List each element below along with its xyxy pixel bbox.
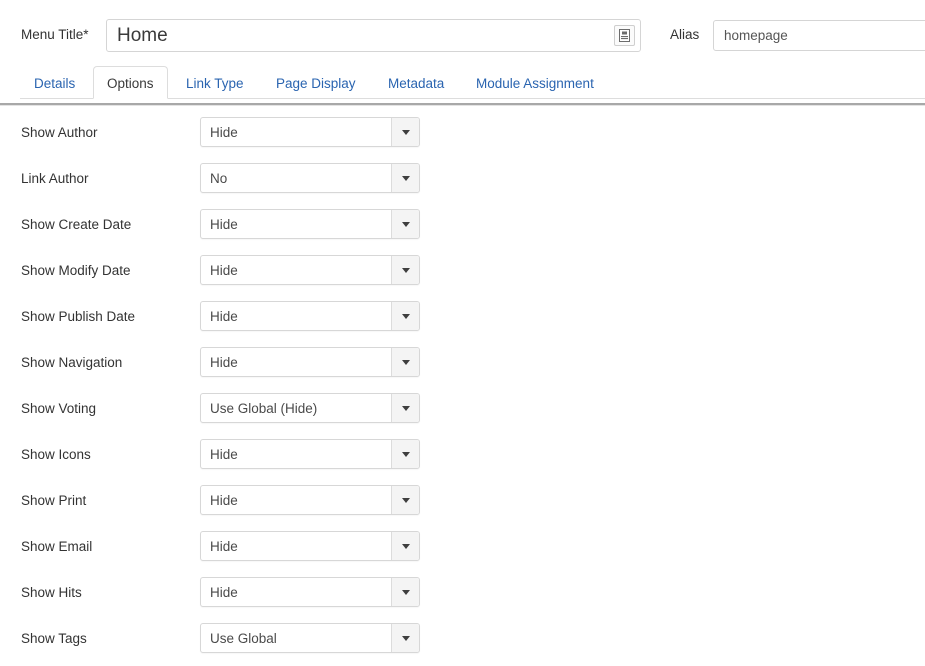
select-value: Use Global (Hide)	[210, 400, 318, 416]
select-show-voting[interactable]: Use Global (Hide)	[200, 393, 420, 423]
select-show-print[interactable]: Hide	[200, 485, 420, 515]
tab-metadata[interactable]: Metadata	[374, 66, 458, 99]
tab-module-assignment[interactable]: Module Assignment	[462, 66, 608, 99]
select-value: Hide	[210, 262, 238, 278]
field-label: Show Icons	[21, 447, 91, 462]
menu-title-field-wrapper[interactable]	[106, 19, 641, 52]
chevron-down-icon[interactable]	[391, 486, 419, 514]
chevron-down-icon[interactable]	[391, 210, 419, 238]
field-label: Show Tags	[21, 631, 87, 646]
chevron-down-icon[interactable]	[391, 624, 419, 652]
caret-glyph	[401, 405, 410, 411]
caret-glyph	[401, 589, 410, 595]
form-row: Show Tags Use Global	[0, 616, 925, 662]
select-link-author[interactable]: No	[200, 163, 420, 193]
select-value: Hide	[210, 124, 238, 140]
select-value: Hide	[210, 538, 238, 554]
tab-options[interactable]: Options	[93, 66, 168, 99]
field-label: Show Publish Date	[21, 309, 136, 324]
select-value: Hide	[210, 216, 238, 232]
select-value: Hide	[210, 584, 238, 600]
select-show-navigation[interactable]: Hide	[200, 347, 420, 377]
field-label: Show Author	[21, 125, 98, 140]
field-label: Link Author	[21, 171, 89, 186]
caret-glyph	[401, 267, 410, 273]
field-label: Show Modify Date	[21, 263, 131, 278]
select-show-modify-date[interactable]: Hide	[200, 255, 420, 285]
alias-field-wrapper[interactable]	[713, 20, 925, 51]
edit-header-row: Menu Title* Alias	[0, 0, 925, 62]
form-row: Show Email Hide	[0, 524, 925, 570]
select-value: Hide	[210, 446, 238, 462]
form-row: Link Author No	[0, 156, 925, 202]
select-show-email[interactable]: Hide	[200, 531, 420, 561]
select-show-create-date[interactable]: Hide	[200, 209, 420, 239]
menu-item-edit-page: Menu Title* Alias DetailsOptionsLink Typ…	[0, 0, 925, 666]
caret-glyph	[401, 313, 410, 319]
form-row: Show Print Hide	[0, 478, 925, 524]
select-value: Hide	[210, 354, 238, 370]
select-value: Hide	[210, 492, 238, 508]
form-row: Show Author Hide	[0, 110, 925, 156]
caret-glyph	[401, 129, 410, 135]
caret-glyph	[401, 635, 410, 641]
chevron-down-icon[interactable]	[391, 440, 419, 468]
select-show-tags[interactable]: Use Global	[200, 623, 420, 653]
tab-link-type[interactable]: Link Type	[172, 66, 258, 99]
caret-glyph	[401, 359, 410, 365]
chevron-down-icon[interactable]	[391, 578, 419, 606]
select-show-icons[interactable]: Hide	[200, 439, 420, 469]
tab-details[interactable]: Details	[20, 66, 89, 99]
select-show-author[interactable]: Hide	[200, 117, 420, 147]
select-value: Use Global	[210, 630, 277, 646]
alias-label: Alias	[670, 27, 700, 42]
form-row: Show Create Date Hide	[0, 202, 925, 248]
chevron-down-icon[interactable]	[391, 256, 419, 284]
field-label: Show Create Date	[21, 217, 132, 232]
field-label: Show Navigation	[21, 355, 123, 370]
chevron-down-icon[interactable]	[391, 532, 419, 560]
chevron-down-icon[interactable]	[391, 118, 419, 146]
field-label: Show Voting	[21, 401, 97, 416]
select-show-hits[interactable]: Hide	[200, 577, 420, 607]
menu-title-required-mark: *	[83, 27, 89, 42]
edit-tabs: Details Options Link Type Page Display Metad…	[0, 66, 925, 99]
select-show-publish-date[interactable]: Hide	[200, 301, 420, 331]
caret-glyph	[401, 221, 410, 227]
tab-page-display[interactable]: Page Display	[262, 66, 370, 99]
article-select-icon[interactable]	[614, 25, 635, 46]
form-row: Show Icons Hide	[0, 432, 925, 478]
chevron-down-icon[interactable]	[391, 394, 419, 422]
caret-glyph	[401, 451, 410, 457]
menu-title-label-text: Menu Title	[21, 27, 84, 42]
caret-glyph	[401, 175, 410, 181]
form-row: Show Modify Date Hide	[0, 248, 925, 294]
form-row: Show Hits Hide	[0, 570, 925, 616]
caret-glyph	[401, 497, 410, 503]
section-divider-highlight	[0, 105, 925, 106]
field-label: Show Print	[21, 493, 87, 508]
chevron-down-icon[interactable]	[391, 348, 419, 376]
form-row: Show Publish Date Hide	[0, 294, 925, 340]
field-label: Show Hits	[21, 585, 82, 600]
select-value: Hide	[210, 308, 238, 324]
form-row: Show Voting Use Global (Hide)	[0, 386, 925, 432]
options-form: Show Author Hide Link Author No Show Create …	[0, 110, 925, 662]
select-value: No	[210, 170, 228, 186]
menu-title-label: Menu Title*	[21, 27, 89, 42]
chevron-down-icon[interactable]	[391, 164, 419, 192]
field-label: Show Email	[21, 539, 93, 554]
caret-glyph	[401, 543, 410, 549]
menu-title-input[interactable]	[107, 20, 602, 51]
alias-input[interactable]	[714, 21, 925, 50]
form-row: Show Navigation Hide	[0, 340, 925, 386]
chevron-down-icon[interactable]	[391, 302, 419, 330]
